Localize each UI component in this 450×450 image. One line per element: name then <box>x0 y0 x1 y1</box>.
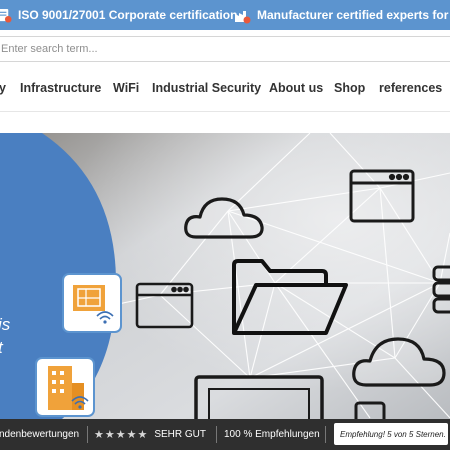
reviews-link[interactable]: ndenbewertungen <box>0 419 79 450</box>
rating-text: SEHR GUT <box>154 429 206 440</box>
search-input[interactable] <box>0 37 301 61</box>
main-navigation: y Infrastructure WiFi Industrial Securit… <box>0 68 450 112</box>
certificate-badge-icon <box>0 8 12 23</box>
nav-item-about-us[interactable]: About us <box>269 81 323 95</box>
recommendation-summary: 100 % Empfehlungen <box>224 419 320 450</box>
search-box[interactable] <box>0 36 450 62</box>
office-wifi-tile[interactable] <box>35 357 95 417</box>
nav-item-infrastructure[interactable]: Infrastructure <box>20 81 101 95</box>
blueprint-wifi-tile[interactable] <box>62 273 122 333</box>
divider <box>325 426 326 443</box>
nav-item-partial[interactable]: y <box>0 81 6 95</box>
badge-text: Empfehlung! 5 von 5 Sternen. <box>340 429 446 439</box>
nav-item-wifi[interactable]: WiFi <box>113 81 139 95</box>
hero-banner: is t <box>0 133 450 419</box>
experts-text: Manufacturer certified experts for your … <box>257 8 450 22</box>
search-row <box>0 30 450 68</box>
nav-item-industrial-security[interactable]: Industrial Security <box>152 81 261 95</box>
star-rating: ★★★★★ <box>94 429 149 441</box>
reviews-text: ndenbewertungen <box>0 429 80 440</box>
rating-bar: ndenbewertungen ★★★★★ SEHR GUT 100 % Emp… <box>0 419 450 450</box>
recommendation-text: 100 % Empfehlungen <box>224 429 320 440</box>
nav-item-shop[interactable]: Shop <box>334 81 365 95</box>
divider <box>87 426 88 443</box>
nav-item-references[interactable]: references <box>379 81 442 95</box>
divider <box>216 426 217 443</box>
top-info-bar: ISO 9001/27001 Corporate certification M… <box>0 0 450 30</box>
certification-text: ISO 9001/27001 Corporate certification <box>18 8 238 22</box>
hero-text-fragment-1: is <box>0 315 11 334</box>
rating-summary: ★★★★★ SEHR GUT <box>94 419 206 450</box>
hero-illustration: is t <box>0 133 450 419</box>
experts-notice[interactable]: Manufacturer certified experts for your … <box>234 0 450 30</box>
recommendation-badge[interactable]: Empfehlung! 5 von 5 Sternen. <box>334 423 448 445</box>
factory-badge-icon <box>235 10 251 23</box>
certification-notice[interactable]: ISO 9001/27001 Corporate certification <box>0 0 237 30</box>
